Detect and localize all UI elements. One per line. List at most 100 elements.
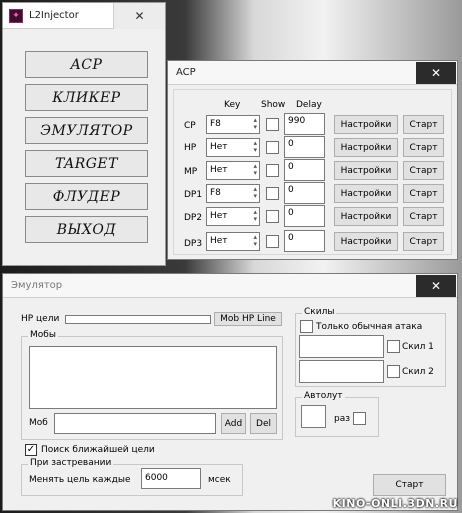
autoloot-group-label: Автолут: [302, 391, 345, 401]
settings-button[interactable]: Настройки: [334, 161, 398, 180]
row-label: DP2: [184, 213, 203, 223]
checkmark-icon: ✓: [26, 444, 36, 455]
emulator-window: Эмулятор ✕ HP цели Mob HP Line Мобы Моб …: [2, 273, 458, 511]
start-button[interactable]: Старт: [403, 232, 444, 251]
show-checkbox[interactable]: [266, 187, 279, 200]
key-select[interactable]: Нет ▴ ▾: [206, 138, 260, 157]
settings-button[interactable]: Настройки: [334, 207, 398, 226]
delay-input[interactable]: 0: [284, 205, 325, 227]
skill1-checkbox[interactable]: [387, 340, 400, 353]
start-button[interactable]: Старт: [403, 184, 444, 203]
spin-arrows-icon: ▴ ▾: [253, 139, 257, 154]
key-select[interactable]: F8 ▴ ▾: [206, 115, 260, 134]
times-label: раз: [334, 414, 351, 424]
settings-button[interactable]: Настройки: [334, 232, 398, 251]
skill2-label: Скил 2: [402, 367, 434, 377]
mob-name-input[interactable]: [54, 413, 216, 434]
spin-arrows-icon: ▴ ▾: [253, 233, 257, 248]
settings-button[interactable]: Настройки: [334, 115, 398, 134]
skill2-input[interactable]: [299, 360, 384, 383]
emulator-title: Эмулятор: [11, 280, 63, 291]
emulator-button[interactable]: ЭМУЛЯТОР: [25, 117, 148, 144]
unit-label: мсек: [208, 475, 231, 485]
delay-input[interactable]: 0: [284, 182, 325, 204]
search-nearest-label: Поиск ближайшей цели: [41, 445, 155, 455]
row-label: MP: [184, 167, 198, 177]
spin-arrows-icon: ▴ ▾: [253, 116, 257, 131]
start-button[interactable]: Старт: [403, 138, 444, 157]
start-button[interactable]: Старт: [403, 161, 444, 180]
key-value: Нет: [210, 236, 228, 246]
skill1-label: Скил 1: [402, 342, 434, 352]
settings-button[interactable]: Настройки: [334, 184, 398, 203]
key-value: F8: [210, 119, 221, 129]
spin-arrows-icon: ▴ ▾: [253, 208, 257, 223]
show-checkbox[interactable]: [266, 164, 279, 177]
del-button[interactable]: Del: [250, 413, 277, 434]
close-icon[interactable]: ✕: [416, 275, 456, 297]
delay-input[interactable]: 990: [284, 113, 325, 135]
close-icon[interactable]: ✕: [416, 62, 456, 84]
flooder-button[interactable]: ФЛУДЕР: [25, 183, 148, 210]
stuck-group-label: При застревании: [28, 458, 114, 468]
acp-titlebar[interactable]: ACP ✕: [168, 61, 457, 85]
row-label: CP: [184, 121, 196, 131]
delay-input[interactable]: 0: [284, 159, 325, 181]
l2injector-window: ✦ L2Injector ✕ ACP КЛИКЕР ЭМУЛЯТОР TARGE…: [2, 2, 166, 266]
key-select[interactable]: Нет ▴ ▾: [206, 207, 260, 226]
mob-hp-line-button[interactable]: Mob HP Line: [214, 312, 282, 326]
skills-group-label: Скилы: [302, 307, 337, 317]
key-select[interactable]: F8 ▴ ▾: [206, 184, 260, 203]
key-value: Нет: [210, 165, 228, 175]
l2injector-titlebar[interactable]: ✦ L2Injector ✕: [3, 3, 165, 29]
add-button[interactable]: Add: [221, 413, 246, 434]
settings-button[interactable]: Настройки: [334, 138, 398, 157]
skill2-checkbox[interactable]: [387, 365, 400, 378]
autoloot-checkbox[interactable]: [353, 412, 366, 425]
key-select[interactable]: Нет ▴ ▾: [206, 161, 260, 180]
delay-input[interactable]: 0: [284, 230, 325, 252]
show-checkbox[interactable]: [266, 210, 279, 223]
close-icon[interactable]: ✕: [113, 3, 165, 29]
watermark: KINO-ONLI.3DN.RU: [332, 497, 458, 510]
emulator-titlebar[interactable]: Эмулятор ✕: [3, 274, 457, 298]
show-checkbox[interactable]: [266, 235, 279, 248]
show-checkbox[interactable]: [266, 118, 279, 131]
key-select[interactable]: Нет ▴ ▾: [206, 232, 260, 251]
clicker-button[interactable]: КЛИКЕР: [25, 84, 148, 111]
delay-header: Delay: [296, 100, 322, 110]
skill1-input[interactable]: [299, 335, 384, 358]
show-checkbox[interactable]: [266, 141, 279, 154]
key-header: Key: [224, 100, 241, 110]
target-button[interactable]: TARGET: [25, 150, 148, 177]
start-button[interactable]: Старт: [403, 207, 444, 226]
only-basic-attack-checkbox[interactable]: [300, 320, 313, 333]
row-label: DP3: [184, 239, 203, 249]
row-label: DP1: [184, 190, 203, 200]
show-header: Show: [261, 100, 286, 110]
window-title: L2Injector: [29, 10, 79, 21]
interval-input[interactable]: 6000: [141, 468, 201, 489]
change-target-label: Менять цель каждые: [29, 475, 131, 485]
acp-title: ACP: [176, 67, 196, 78]
key-value: F8: [210, 188, 221, 198]
app-icon: ✦: [9, 9, 23, 23]
delay-input[interactable]: 0: [284, 136, 325, 158]
key-value: Нет: [210, 211, 228, 221]
key-value: Нет: [210, 142, 228, 152]
autoloot-count-input[interactable]: [301, 405, 326, 428]
spin-arrows-icon: ▴ ▾: [253, 162, 257, 177]
mobs-listbox[interactable]: [29, 346, 277, 409]
acp-button[interactable]: ACP: [25, 51, 148, 78]
search-nearest-checkbox[interactable]: ✓: [25, 444, 37, 456]
exit-button[interactable]: ВЫХОД: [25, 216, 148, 243]
row-label: HP: [184, 143, 197, 153]
hp-progress-bar: [65, 315, 211, 324]
only-basic-attack-label: Только обычная атака: [316, 322, 423, 332]
acp-window: ACP ✕ Key Show Delay CP F8 ▴ ▾ 990 Настрой…: [167, 60, 458, 260]
start-button[interactable]: Старт: [403, 115, 444, 134]
hp-target-label: HP цели: [21, 314, 60, 324]
emulator-start-button[interactable]: Старт: [373, 474, 446, 496]
mobs-group-label: Мобы: [28, 330, 58, 340]
spin-arrows-icon: ▴ ▾: [253, 185, 257, 200]
